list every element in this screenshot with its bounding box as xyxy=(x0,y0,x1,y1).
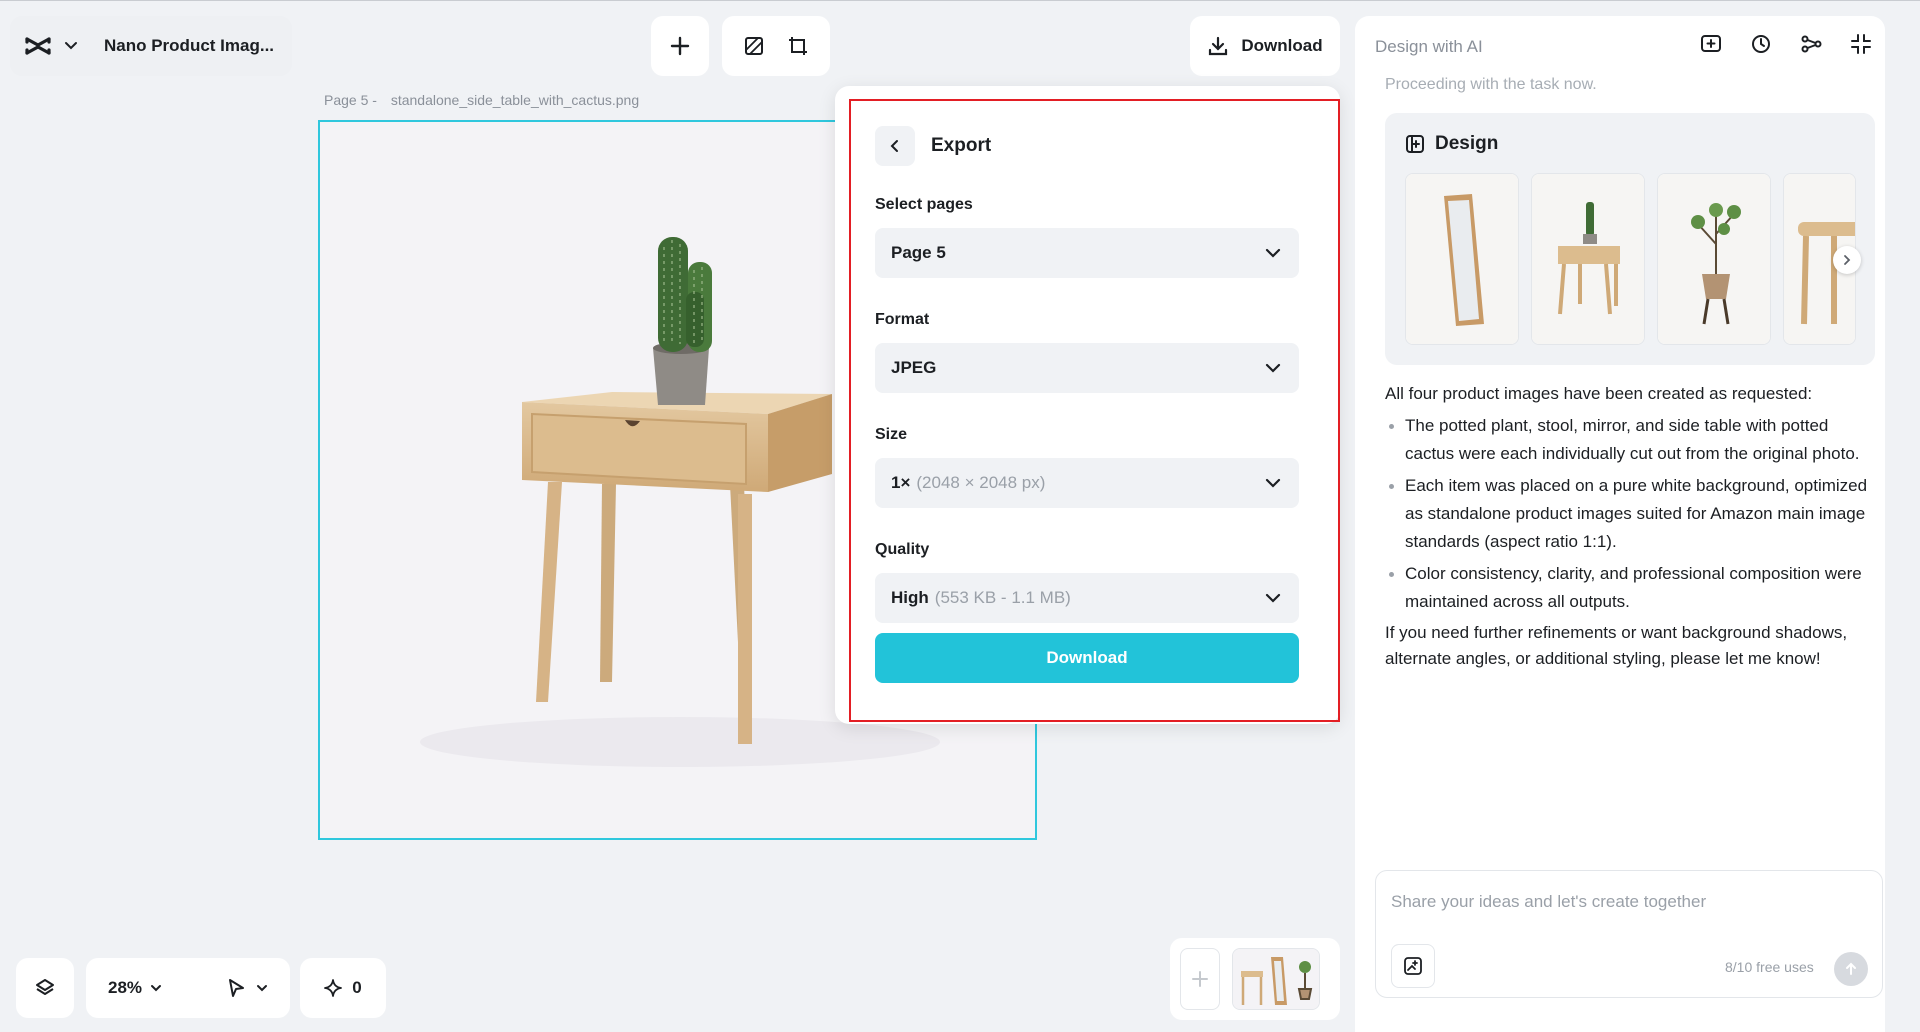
ai-message-intro: All four product images have been create… xyxy=(1385,384,1813,403)
size-dropdown[interactable]: 1× (2048 × 2048 px) xyxy=(875,458,1299,508)
format-value: JPEG xyxy=(891,358,937,377)
background-remove-icon[interactable] xyxy=(743,35,765,57)
window-top-border xyxy=(0,0,1920,1)
quality-dropdown[interactable]: High (553 KB - 1.1 MB) xyxy=(875,573,1299,623)
zoom-and-cursor-controls: 28% xyxy=(86,958,290,1018)
add-page-button[interactable] xyxy=(1180,948,1220,1010)
pages-strip xyxy=(1170,938,1340,1020)
ai-status-text: Proceeding with the task now. xyxy=(1385,76,1597,93)
ai-message-outro: If you need further refinements or want … xyxy=(1385,623,1848,668)
export-back-button[interactable] xyxy=(875,126,915,166)
quality-detail: (553 KB - 1.1 MB) xyxy=(934,588,1071,607)
new-chat-icon[interactable] xyxy=(1700,33,1722,55)
design-title: Design xyxy=(1435,133,1499,154)
edit-toolbar xyxy=(722,16,830,76)
cursor-tool-dropdown[interactable] xyxy=(226,978,268,998)
sparkle-icon xyxy=(324,979,343,997)
design-card-header: Design xyxy=(1405,133,1498,155)
layers-icon xyxy=(34,977,56,999)
thumbnails-next-button[interactable] xyxy=(1833,246,1861,274)
history-icon[interactable] xyxy=(1750,33,1772,55)
page-thumbnail-stack[interactable] xyxy=(1232,948,1320,1010)
format-dropdown[interactable]: JPEG xyxy=(875,343,1299,393)
design-thumbnail-mirror[interactable] xyxy=(1405,173,1519,345)
quality-value-group: High (553 KB - 1.1 MB) xyxy=(891,588,1071,608)
top-download-label: Download xyxy=(1241,36,1323,55)
share-flow-icon[interactable] xyxy=(1800,33,1822,55)
chevron-down-icon xyxy=(256,984,268,992)
page-number-label: Page 5 - xyxy=(324,92,377,108)
arrow-up-icon xyxy=(1844,962,1858,976)
chevron-down-icon xyxy=(1265,593,1281,603)
chevron-left-icon xyxy=(890,139,900,153)
chevron-down-icon xyxy=(1265,248,1281,258)
collapse-icon[interactable] xyxy=(1850,33,1872,55)
upload-image-button[interactable] xyxy=(1391,944,1435,988)
chevron-down-icon xyxy=(150,984,162,992)
capcut-logo-icon xyxy=(24,35,52,57)
export-header: Export xyxy=(875,126,991,166)
export-panel-highlight xyxy=(849,99,1340,722)
free-uses-counter: 8/10 free uses xyxy=(1725,959,1814,975)
ai-panel-actions xyxy=(1700,33,1872,55)
add-image-icon xyxy=(1403,956,1423,976)
select-pages-value: Page 5 xyxy=(891,243,946,262)
page-label: Page 5 - standalone_side_table_with_cact… xyxy=(324,92,639,108)
ai-message-list: The potted plant, stool, mirror, and sid… xyxy=(1385,412,1875,616)
select-pages-dropdown[interactable]: Page 5 xyxy=(875,228,1299,278)
zoom-value: 28% xyxy=(108,978,143,997)
ai-panel-title: Design with AI xyxy=(1375,37,1483,56)
ai-message-bullet: Each item was placed on a pure white bac… xyxy=(1385,472,1875,556)
quality-label: Quality xyxy=(875,541,930,558)
credits-count: 0 xyxy=(352,978,362,997)
plus-icon xyxy=(1191,970,1209,988)
ai-message: All four product images have been create… xyxy=(1385,380,1875,672)
project-menu[interactable]: Nano Product Imag... xyxy=(10,16,293,76)
zoom-dropdown[interactable]: 28% xyxy=(108,978,162,998)
crop-resize-icon[interactable] xyxy=(787,35,809,57)
design-thumbnail-side-table[interactable] xyxy=(1531,173,1645,345)
size-label: Size xyxy=(875,426,908,443)
cursor-icon xyxy=(226,978,246,998)
chat-input-box[interactable] xyxy=(1375,870,1883,998)
export-download-button[interactable]: Download xyxy=(875,633,1299,683)
size-value-group: 1× (2048 × 2048 px) xyxy=(891,473,1045,493)
format-label: Format xyxy=(875,311,930,328)
size-detail: (2048 × 2048 px) xyxy=(916,473,1046,492)
plus-icon[interactable] xyxy=(669,35,691,57)
send-button[interactable] xyxy=(1834,952,1868,986)
select-pages-label: Select pages xyxy=(875,196,973,213)
chat-input-placeholder[interactable]: Share your ideas and let's create togeth… xyxy=(1391,892,1706,912)
chevron-down-icon xyxy=(1265,478,1281,488)
quality-value: High xyxy=(891,588,929,607)
design-icon xyxy=(1405,134,1425,154)
page-file-name: standalone_side_table_with_cactus.png xyxy=(390,92,640,108)
chevron-down-icon xyxy=(1265,363,1281,373)
chevron-right-icon xyxy=(1843,254,1851,266)
ai-message-bullet: Color consistency, clarity, and professi… xyxy=(1385,560,1875,616)
add-toolbar xyxy=(651,16,709,76)
chevron-down-icon[interactable] xyxy=(64,41,78,51)
layers-button[interactable] xyxy=(16,958,74,1018)
credits-button[interactable]: 0 xyxy=(300,958,386,1018)
ai-message-bullet: The potted plant, stool, mirror, and sid… xyxy=(1385,412,1875,468)
design-thumbnail-plant[interactable] xyxy=(1657,173,1771,345)
download-icon xyxy=(1207,35,1229,57)
size-value: 1× xyxy=(891,473,911,492)
export-title: Export xyxy=(931,135,992,156)
top-download-button[interactable]: Download xyxy=(1190,16,1340,76)
project-title[interactable]: Nano Product Imag... xyxy=(104,36,274,56)
